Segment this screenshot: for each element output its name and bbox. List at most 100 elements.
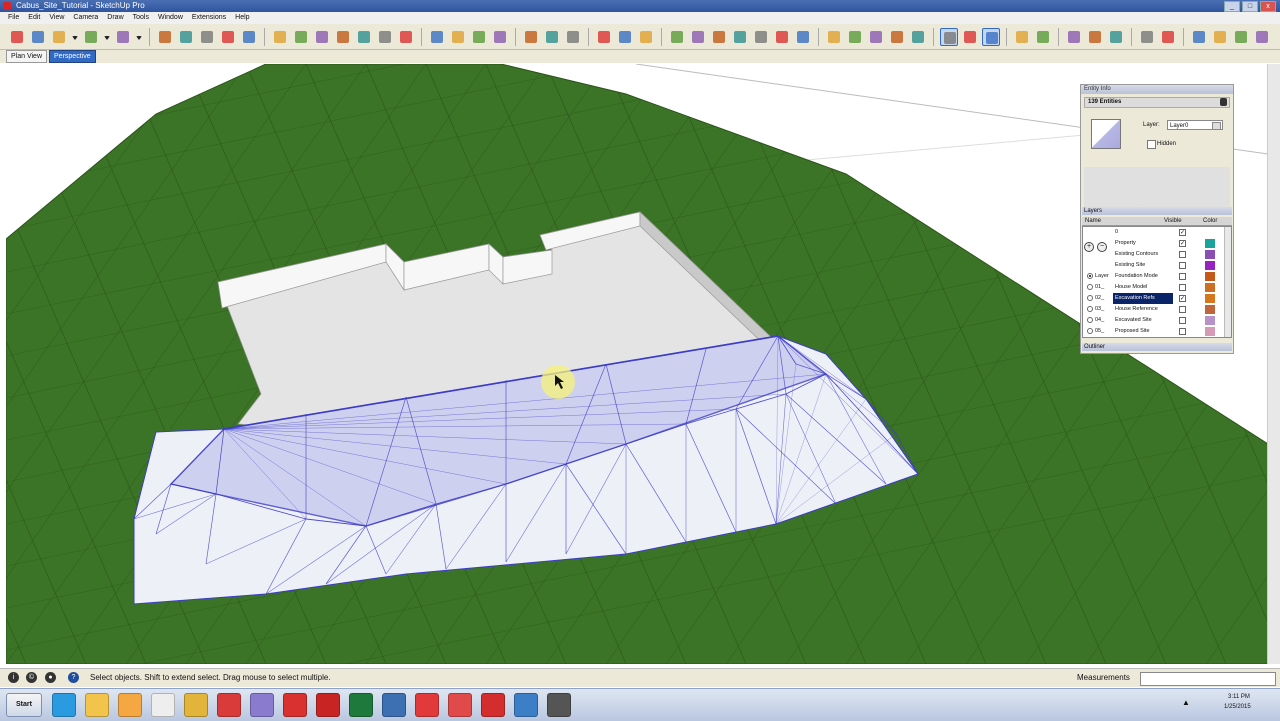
active-layer-radio[interactable]: [1087, 273, 1093, 279]
drape-icon[interactable]: [752, 28, 770, 46]
layer-name[interactable]: Foundation Mode: [1113, 271, 1173, 282]
layer-color-swatch[interactable]: [1205, 305, 1215, 314]
top-view-icon[interactable]: [961, 28, 979, 46]
add-detail-icon[interactable]: [773, 28, 791, 46]
menu-file[interactable]: File: [8, 12, 19, 24]
outer-shell-icon[interactable]: [846, 28, 864, 46]
layer-visible-checkbox[interactable]: [1179, 262, 1186, 269]
layer-row[interactable]: 01_ House Model: [1083, 282, 1231, 293]
layer-color-swatch[interactable]: [1205, 228, 1215, 237]
layer-visible-checkbox[interactable]: [1179, 328, 1186, 335]
remove-layer-icon[interactable]: −: [1097, 242, 1107, 252]
model-canvas[interactable]: [6, 64, 1268, 664]
layer-row[interactable]: 05_ Proposed Site: [1083, 326, 1231, 337]
layer-name[interactable]: House Model: [1113, 282, 1173, 293]
layer-name[interactable]: 0: [1113, 227, 1173, 238]
paint-icon[interactable]: [250, 693, 274, 717]
viewport-scrollbar[interactable]: [1267, 64, 1280, 664]
excel-icon[interactable]: [349, 693, 373, 717]
measurements-input[interactable]: [1140, 672, 1276, 686]
dropdown-arrow-icon[interactable]: [103, 28, 111, 46]
model-viewport[interactable]: [6, 64, 1268, 664]
layers-icon[interactable]: [1232, 28, 1250, 46]
layer-visible-checkbox[interactable]: ✓: [1179, 295, 1186, 302]
active-layer-radio[interactable]: [1087, 328, 1093, 334]
layers-header[interactable]: Layers: [1082, 207, 1232, 215]
layer-color-swatch[interactable]: [1205, 250, 1215, 259]
warehouse-icon[interactable]: [1065, 28, 1083, 46]
sketchup-icon[interactable]: [415, 693, 439, 717]
snipping-icon[interactable]: [382, 693, 406, 717]
ruby-console-icon[interactable]: [1013, 28, 1031, 46]
component-icon[interactable]: [1190, 28, 1208, 46]
hidden-checkbox[interactable]: [1147, 140, 1156, 149]
menu-window[interactable]: Window: [158, 12, 183, 24]
rotate-icon[interactable]: [219, 28, 237, 46]
arc-tool-icon[interactable]: [82, 28, 100, 46]
walk-icon[interactable]: [522, 28, 540, 46]
menu-tools[interactable]: Tools: [133, 12, 149, 24]
maximize-button[interactable]: □: [1242, 1, 1258, 12]
col-name[interactable]: Name: [1082, 217, 1161, 225]
look-around-icon[interactable]: [543, 28, 561, 46]
grid-icon[interactable]: [1034, 28, 1052, 46]
select-tool-icon[interactable]: [8, 28, 26, 46]
layout-app-icon[interactable]: [448, 693, 472, 717]
tool-icon[interactable]: [547, 693, 571, 717]
solid-tools-icon[interactable]: [825, 28, 843, 46]
position-camera-icon[interactable]: [564, 28, 582, 46]
offset-icon[interactable]: [177, 28, 195, 46]
active-layer-radio[interactable]: [1087, 317, 1093, 323]
chrome-icon[interactable]: [184, 693, 208, 717]
layer-visible-checkbox[interactable]: [1179, 317, 1186, 324]
tray-arrow-icon[interactable]: ▲: [1182, 698, 1190, 707]
sketchup-alt-icon[interactable]: [217, 693, 241, 717]
add-layer-icon[interactable]: +: [1084, 242, 1094, 252]
union-icon[interactable]: [888, 28, 906, 46]
pan-icon[interactable]: [449, 28, 467, 46]
line-tool-icon[interactable]: [50, 28, 68, 46]
layer-row[interactable]: 04_ Excavated Site: [1083, 315, 1231, 326]
sandbox-from-scratch-icon[interactable]: [689, 28, 707, 46]
geo-location-icon[interactable]: i: [8, 672, 19, 683]
outliner-header[interactable]: Outliner: [1082, 343, 1232, 351]
layer-color-swatch[interactable]: [1205, 294, 1215, 303]
active-layer-radio[interactable]: [1087, 306, 1093, 312]
layer-row[interactable]: Existing Site: [1083, 260, 1231, 271]
user-icon[interactable]: ●: [45, 672, 56, 683]
dropdown-arrow-icon[interactable]: [135, 28, 143, 46]
col-color[interactable]: Color: [1200, 217, 1217, 225]
rectangle-tool-icon[interactable]: [114, 28, 132, 46]
zoom-window-icon[interactable]: [491, 28, 509, 46]
tab-perspective[interactable]: Perspective: [49, 50, 96, 63]
entity-info-header[interactable]: Entity Info: [1081, 85, 1233, 94]
dimension-icon[interactable]: [292, 28, 310, 46]
pin-icon[interactable]: [1220, 98, 1227, 106]
layer-visible-checkbox[interactable]: [1179, 273, 1186, 280]
menu-camera[interactable]: Camera: [73, 12, 98, 24]
layer-row[interactable]: 03_ House Reference: [1083, 304, 1231, 315]
move-icon[interactable]: [198, 28, 216, 46]
subtract-icon[interactable]: [909, 28, 927, 46]
intersect-icon[interactable]: [867, 28, 885, 46]
media-icon[interactable]: [118, 693, 142, 717]
section-display-icon[interactable]: [616, 28, 634, 46]
eraser-tool-icon[interactable]: [29, 28, 47, 46]
layer-name[interactable]: Existing Site: [1113, 260, 1173, 271]
credits-icon[interactable]: ©: [26, 672, 37, 683]
layer-visible-checkbox[interactable]: [1179, 306, 1186, 313]
minimize-button[interactable]: _: [1224, 1, 1240, 12]
layer-select[interactable]: Layer0: [1167, 120, 1223, 130]
col-visible[interactable]: Visible: [1161, 217, 1200, 225]
clock-date[interactable]: 1/25/2015: [1224, 704, 1251, 710]
layer-name[interactable]: Excavated Site: [1113, 315, 1173, 326]
foxit-icon[interactable]: [316, 693, 340, 717]
3d-text-icon[interactable]: [376, 28, 394, 46]
layer-color-swatch[interactable]: [1205, 272, 1215, 281]
extension-warehouse-icon[interactable]: [1086, 28, 1104, 46]
section-plane-icon[interactable]: [595, 28, 613, 46]
layer-color-swatch[interactable]: [1205, 327, 1215, 336]
menu-view[interactable]: View: [49, 12, 64, 24]
layer-row[interactable]: 0 ✓: [1083, 227, 1231, 238]
layer-color-swatch[interactable]: [1205, 261, 1215, 270]
